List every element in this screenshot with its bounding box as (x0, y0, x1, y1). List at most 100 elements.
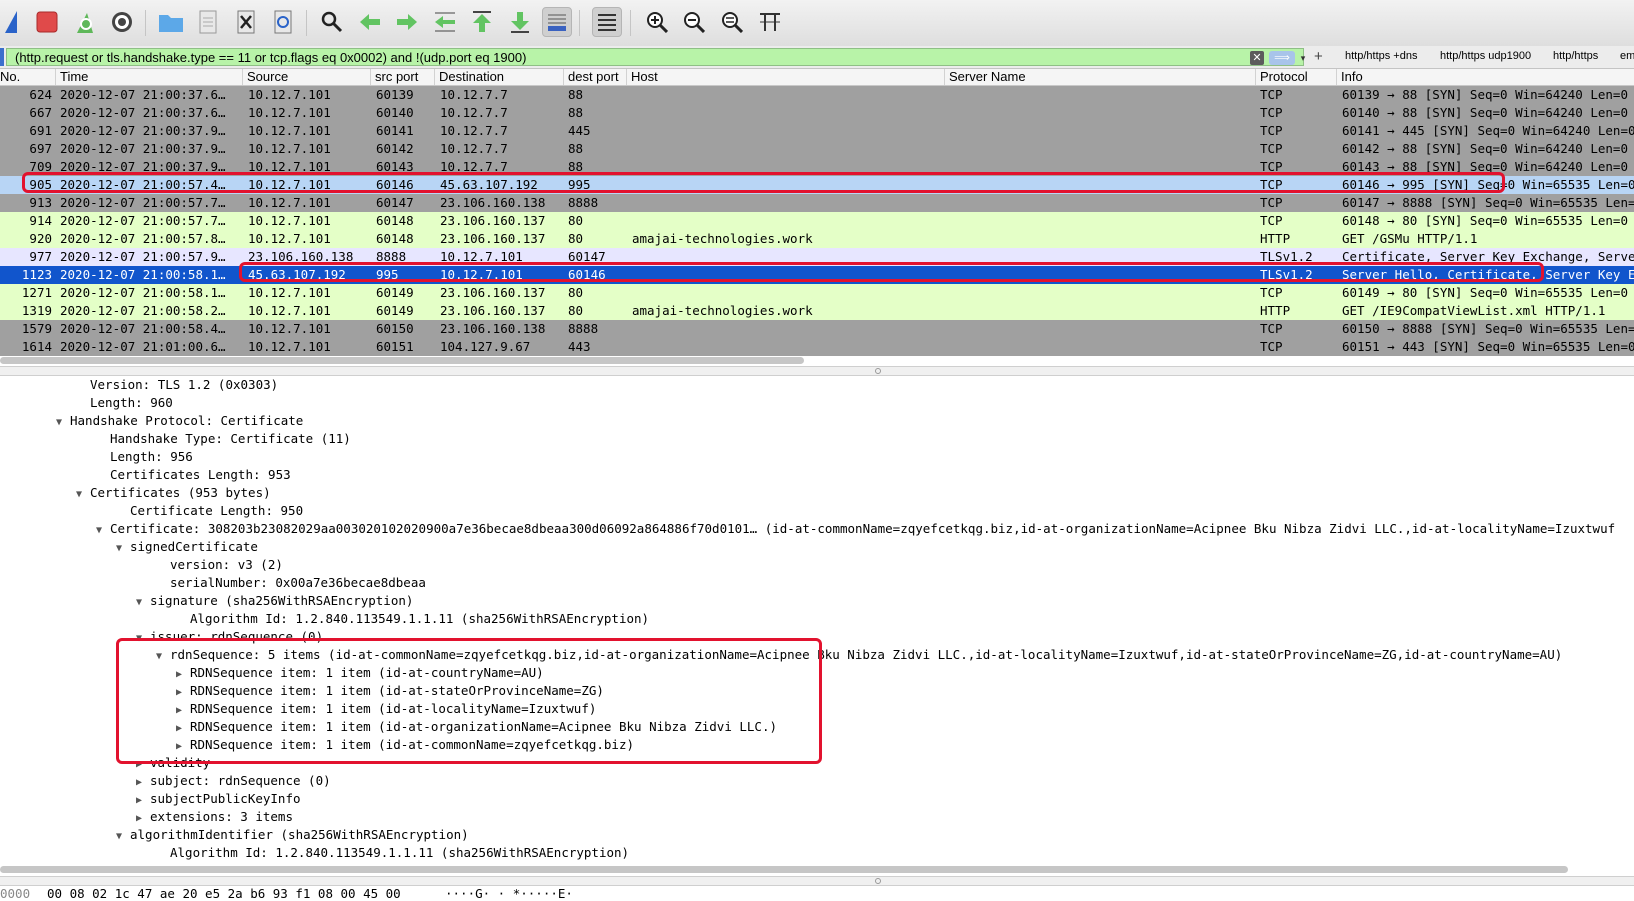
go-forward-icon[interactable] (392, 7, 422, 37)
details-scrollbar[interactable] (0, 866, 1568, 873)
column-header-destination[interactable]: Destination (435, 69, 564, 85)
detail-line[interactable]: Version: TLS 1.2 (0x0303) (76, 376, 278, 394)
packet-list-scrollbar[interactable] (0, 357, 804, 364)
detail-line[interactable]: ▼ issuer: rdnSequence (0) (136, 628, 323, 646)
clear-filter-icon[interactable]: ✕ (1250, 51, 1264, 65)
filter-history-dropdown-icon[interactable]: ▾ (1297, 51, 1309, 65)
add-filter-button[interactable]: + (1314, 48, 1323, 66)
packet-row[interactable]: 624 2020-12-07 21:00:37.6… 10.12.7.101 6013… (0, 86, 1634, 104)
shark-fin-icon[interactable] (0, 7, 30, 37)
filter-button-em[interactable]: em (1620, 50, 1634, 62)
zoom-in-icon[interactable] (642, 7, 672, 37)
packet-row[interactable]: 691 2020-12-07 21:00:37.9… 10.12.7.101 6014… (0, 122, 1634, 140)
column-header-server-name[interactable]: Server Name (945, 69, 1256, 85)
packet-row[interactable]: 1123 2020-12-07 21:00:58.1… 45.63.107.192 9… (0, 266, 1634, 284)
byte-hex[interactable]: 00 08 02 1c 47 ae 20 e5 2a b6 93 f1 08 0… (47, 886, 401, 901)
column-header-time[interactable]: Time (56, 69, 243, 85)
packet-row[interactable]: 977 2020-12-07 21:00:57.9… 23.106.160.138 8… (0, 248, 1634, 266)
detail-line[interactable]: ▶ RDNSequence item: 1 item (id-at-country… (176, 664, 544, 682)
first-packet-icon[interactable] (467, 7, 497, 37)
detail-line[interactable]: ▶ RDNSequence item: 1 item (id-at-organiz… (176, 718, 777, 736)
detail-line[interactable]: ▶ RDNSequence item: 1 item (id-at-localit… (176, 700, 596, 718)
detail-line[interactable]: Length: 956 (96, 448, 193, 466)
byte-ascii[interactable]: ····G· · *·····E· (445, 886, 573, 901)
packet-row[interactable]: 697 2020-12-07 21:00:37.9… 10.12.7.101 6014… (0, 140, 1634, 158)
zoom-normal-icon[interactable] (717, 7, 747, 37)
detail-text: validity (150, 755, 211, 770)
open-folder-icon[interactable] (156, 7, 186, 37)
expanded-triangle-icon[interactable]: ▼ (136, 630, 150, 648)
column-header-src-port[interactable]: src port (371, 69, 435, 85)
detail-line[interactable]: ▶ subject: rdnSequence (0) (136, 772, 331, 790)
detail-line[interactable]: version: v3 (2) (156, 556, 283, 574)
expanded-triangle-icon[interactable]: ▼ (116, 828, 130, 846)
packet-row[interactable]: 1319 2020-12-07 21:00:58.2… 10.12.7.101 601… (0, 302, 1634, 320)
expanded-triangle-icon[interactable]: ▼ (156, 648, 170, 666)
detail-line[interactable]: ▶ validity (136, 754, 210, 772)
packet-row[interactable]: 709 2020-12-07 21:00:37.9… 10.12.7.101 6014… (0, 158, 1634, 176)
column-header-no[interactable]: No. (0, 69, 56, 85)
detail-line[interactable]: Certificate Length: 950 (116, 502, 303, 520)
save-file-icon[interactable] (193, 7, 223, 37)
reload-icon[interactable] (268, 7, 298, 37)
filter-button-http-https-dns[interactable]: http/https +dns (1345, 50, 1417, 62)
packet-row[interactable]: 1579 2020-12-07 21:00:58.4… 10.12.7.101 601… (0, 320, 1634, 338)
column-header-source[interactable]: Source (243, 69, 371, 85)
filter-bookmark-icon[interactable] (0, 48, 4, 66)
detail-line[interactable]: ▼ signedCertificate (116, 538, 258, 556)
last-packet-icon[interactable] (505, 7, 535, 37)
column-header-info[interactable]: Info (1337, 69, 1634, 85)
filter-button-http-https-udp1900[interactable]: http/https udp1900 (1440, 50, 1531, 62)
column-header-protocol[interactable]: Protocol (1256, 69, 1337, 85)
find-icon[interactable] (317, 7, 347, 37)
detail-line[interactable]: serialNumber: 0x00a7e36becae8dbeaa (156, 574, 426, 592)
detail-line[interactable]: ▼ algorithmIdentifier (sha256WithRSAEncry… (116, 826, 469, 844)
detail-line[interactable]: Handshake Type: Certificate (11) (96, 430, 351, 448)
expanded-triangle-icon[interactable]: ▼ (56, 414, 70, 432)
detail-line[interactable]: ▼ Handshake Protocol: Certificate (56, 412, 303, 430)
options-gear-icon[interactable] (107, 7, 137, 37)
detail-line[interactable]: Algorithm Id: 1.2.840.113549.1.1.11 (sha… (176, 610, 649, 628)
detail-text: rdnSequence: 5 items (id-at-commonName=z… (170, 647, 1563, 662)
packet-row[interactable]: 905 2020-12-07 21:00:57.4… 10.12.7.101 6014… (0, 176, 1634, 194)
colorize-icon[interactable] (592, 7, 622, 37)
packet-row[interactable]: 1614 2020-12-07 21:01:00.6… 10.12.7.101 601… (0, 338, 1634, 356)
packet-row[interactable]: 920 2020-12-07 21:00:57.8… 10.12.7.101 6014… (0, 230, 1634, 248)
pane-splitter-bytes[interactable] (0, 876, 1634, 886)
go-to-packet-icon[interactable] (430, 7, 460, 37)
detail-line[interactable]: ▼ Certificates (953 bytes) (76, 484, 271, 502)
detail-line[interactable]: ▼ Certificate: 308203b23082029aa003020102… (96, 520, 1615, 538)
detail-line[interactable]: ▶ RDNSequence item: 1 item (id-at-stateOr… (176, 682, 604, 700)
detail-line[interactable]: ▼ rdnSequence: 5 items (id-at-commonName=… (156, 646, 1562, 664)
autoscroll-icon[interactable] (542, 7, 572, 37)
restart-icon[interactable] (70, 7, 100, 37)
go-back-icon[interactable] (355, 7, 385, 37)
detail-line[interactable]: ▶ extensions: 3 items (136, 808, 293, 826)
detail-line[interactable]: ▶ subjectPublicKeyInfo (136, 790, 301, 808)
expanded-triangle-icon[interactable]: ▼ (116, 540, 130, 558)
close-file-icon[interactable] (231, 7, 261, 37)
packet-cell-sport: 8888 (376, 249, 407, 264)
packet-row[interactable]: 913 2020-12-07 21:00:57.7… 10.12.7.101 6014… (0, 194, 1634, 212)
detail-line[interactable]: Certificates Length: 953 (96, 466, 291, 484)
display-filter-input[interactable]: (http.request or tls.handshake.type == 1… (6, 48, 1305, 66)
apply-filter-icon[interactable]: ⟹ (1269, 51, 1295, 65)
packet-row[interactable]: 914 2020-12-07 21:00:57.7… 10.12.7.101 6014… (0, 212, 1634, 230)
filter-expression[interactable]: (http.request or tls.handshake.type == 1… (15, 50, 526, 66)
stop-icon[interactable] (32, 7, 62, 37)
detail-line[interactable]: ▶ RDNSequence item: 1 item (id-at-commonN… (176, 736, 634, 754)
packet-row[interactable]: 667 2020-12-07 21:00:37.6… 10.12.7.101 6014… (0, 104, 1634, 122)
detail-line[interactable]: ▼ signature (sha256WithRSAEncryption) (136, 592, 413, 610)
resize-columns-icon[interactable] (755, 7, 785, 37)
expanded-triangle-icon[interactable]: ▼ (76, 486, 90, 504)
zoom-out-icon[interactable] (679, 7, 709, 37)
expanded-triangle-icon[interactable]: ▼ (96, 522, 110, 540)
expanded-triangle-icon[interactable]: ▼ (136, 594, 150, 612)
column-header-dest-port[interactable]: dest port (564, 69, 627, 85)
detail-line[interactable]: Algorithm Id: 1.2.840.113549.1.1.11 (sha… (156, 844, 629, 862)
column-header-host[interactable]: Host (627, 69, 945, 85)
packet-row[interactable]: 1271 2020-12-07 21:00:58.1… 10.12.7.101 601… (0, 284, 1634, 302)
filter-button-http-https[interactable]: http/https (1553, 50, 1598, 62)
pane-splitter[interactable] (0, 366, 1634, 376)
detail-line[interactable]: Length: 960 (76, 394, 173, 412)
